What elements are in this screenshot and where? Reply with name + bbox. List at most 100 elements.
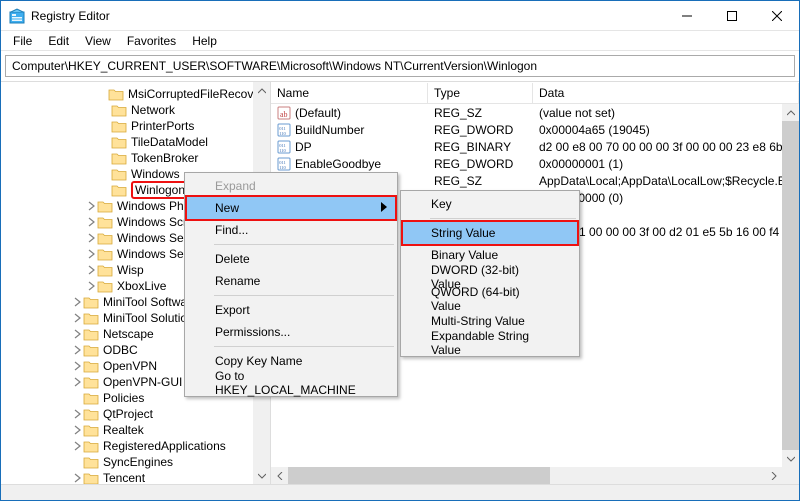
folder-icon — [108, 87, 124, 101]
folder-icon — [97, 231, 113, 245]
column-data[interactable]: Data — [533, 83, 799, 103]
folder-icon — [97, 279, 113, 293]
list-vscrollbar[interactable] — [782, 104, 799, 467]
menu-view[interactable]: View — [77, 32, 119, 50]
list-scroll-thumb[interactable] — [782, 121, 799, 450]
folder-icon — [83, 455, 99, 469]
close-button[interactable] — [754, 1, 799, 30]
maximize-button[interactable] — [709, 1, 754, 30]
scroll-down-button[interactable] — [782, 450, 799, 467]
titlebar: Registry Editor — [1, 1, 799, 31]
expand-icon[interactable] — [85, 264, 97, 276]
folder-icon — [97, 215, 113, 229]
scroll-left-button[interactable] — [271, 467, 288, 484]
tree-item[interactable]: RegisteredApplications — [1, 438, 270, 454]
address-text: Computer\HKEY_CURRENT_USER\SOFTWARE\Micr… — [12, 59, 537, 73]
expand-icon[interactable] — [71, 344, 83, 356]
address-bar[interactable]: Computer\HKEY_CURRENT_USER\SOFTWARE\Micr… — [5, 55, 795, 77]
menu-favorites[interactable]: Favorites — [119, 32, 184, 50]
ctx-goto-hklm[interactable]: Go to HKEY_LOCAL_MACHINE — [187, 372, 395, 394]
tree-item-label: TokenBroker — [131, 151, 198, 165]
folder-icon — [97, 247, 113, 261]
expand-icon[interactable] — [85, 280, 97, 292]
folder-icon — [83, 423, 99, 437]
scroll-down-button[interactable] — [253, 467, 270, 484]
column-name[interactable]: Name — [271, 83, 428, 103]
new-key[interactable]: Key — [403, 193, 577, 215]
ctx-permissions[interactable]: Permissions... — [187, 321, 395, 343]
minimize-button[interactable] — [664, 1, 709, 30]
menu-help[interactable]: Help — [184, 32, 225, 50]
expand-icon[interactable] — [71, 360, 83, 372]
expand-icon[interactable] — [85, 232, 97, 244]
tree-item[interactable]: Realtek — [1, 422, 270, 438]
tree-item-label: QtProject — [103, 407, 153, 421]
tree-item[interactable]: QtProject — [1, 406, 270, 422]
tree-item[interactable]: TokenBroker — [1, 150, 270, 166]
value-row[interactable]: (Default)REG_SZ(value not set) — [271, 104, 799, 121]
menu-file[interactable]: File — [5, 32, 40, 50]
expand-icon[interactable] — [71, 424, 83, 436]
ctx-separator — [214, 346, 394, 347]
value-row[interactable]: BuildNumberREG_DWORD0x00004a65 (19045) — [271, 121, 799, 138]
value-row[interactable]: DPREG_BINARYd2 00 e8 00 70 00 00 00 3f 0… — [271, 138, 799, 155]
list-hscroll-thumb[interactable] — [288, 467, 550, 484]
value-type: REG_DWORD — [428, 157, 533, 171]
value-type: REG_SZ — [428, 106, 533, 120]
list-hscrollbar[interactable] — [271, 467, 782, 484]
expand-icon[interactable] — [71, 408, 83, 420]
ctx-delete[interactable]: Delete — [187, 248, 395, 270]
tree-item[interactable]: SyncEngines — [1, 454, 270, 470]
ctx-new[interactable]: New — [187, 197, 395, 219]
tree-item[interactable]: MsiCorruptedFileRecovery — [1, 86, 270, 102]
statusbar — [1, 484, 799, 500]
expand-icon[interactable] — [85, 248, 97, 260]
value-name: DP — [295, 140, 312, 154]
expand-icon[interactable] — [71, 376, 83, 388]
ctx-rename[interactable]: Rename — [187, 270, 395, 292]
expand-icon[interactable] — [71, 328, 83, 340]
expand-icon[interactable] — [85, 216, 97, 228]
new-expandstring-value[interactable]: Expandable String Value — [403, 332, 577, 354]
value-name: BuildNumber — [295, 123, 364, 137]
expand-icon[interactable] — [85, 200, 97, 212]
ctx-find[interactable]: Find... — [187, 219, 395, 241]
tree-item[interactable]: Tencent — [1, 470, 270, 484]
expand-icon[interactable] — [71, 296, 83, 308]
folder-icon — [83, 439, 99, 453]
value-type: REG_DWORD — [428, 123, 533, 137]
scroll-up-button[interactable] — [782, 104, 799, 121]
folder-icon — [97, 199, 113, 213]
menu-edit[interactable]: Edit — [40, 32, 77, 50]
tree-spacer — [99, 88, 108, 100]
value-data: (value not set) — [533, 106, 799, 120]
tree-item-label: Wisp — [117, 263, 144, 277]
ctx-export[interactable]: Export — [187, 299, 395, 321]
folder-icon — [111, 135, 127, 149]
tree-spacer — [99, 152, 111, 164]
tree-item-label: Netscape — [103, 327, 154, 341]
value-data: d2 00 e8 00 70 00 00 00 3f 00 00 00 23 e… — [533, 140, 799, 154]
expand-icon[interactable] — [71, 440, 83, 452]
scroll-right-button[interactable] — [765, 467, 782, 484]
scroll-up-button[interactable] — [253, 82, 270, 99]
ctx-expand[interactable]: Expand — [187, 175, 395, 197]
tree-item[interactable]: PrinterPorts — [1, 118, 270, 134]
new-submenu: Key String Value Binary Value DWORD (32-… — [400, 190, 580, 357]
tree-item[interactable]: TileDataModel — [1, 134, 270, 150]
ctx-separator — [430, 218, 576, 219]
column-type[interactable]: Type — [428, 83, 533, 103]
tree-item-label: ODBC — [103, 343, 138, 357]
tree-spacer — [99, 120, 111, 132]
binary-value-icon — [277, 157, 291, 171]
folder-icon — [111, 151, 127, 165]
value-row[interactable]: EnableGoodbyeREG_DWORD0x00000001 (1) — [271, 155, 799, 172]
binary-value-icon — [277, 140, 291, 154]
tree-item[interactable]: Network — [1, 102, 270, 118]
expand-icon[interactable] — [71, 472, 83, 484]
expand-icon[interactable] — [71, 312, 83, 324]
new-qword-value[interactable]: QWORD (64-bit) Value — [403, 288, 577, 310]
new-string-value[interactable]: String Value — [403, 222, 577, 244]
folder-icon — [111, 167, 127, 181]
context-menu: Expand New Find... Delete Rename Export … — [184, 172, 398, 397]
